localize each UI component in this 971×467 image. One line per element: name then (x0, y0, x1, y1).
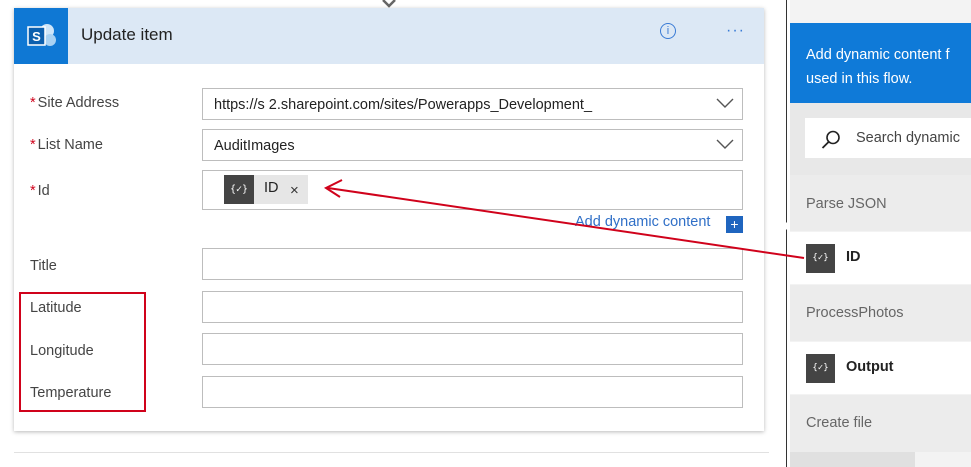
annotation-arrow (323, 179, 805, 259)
